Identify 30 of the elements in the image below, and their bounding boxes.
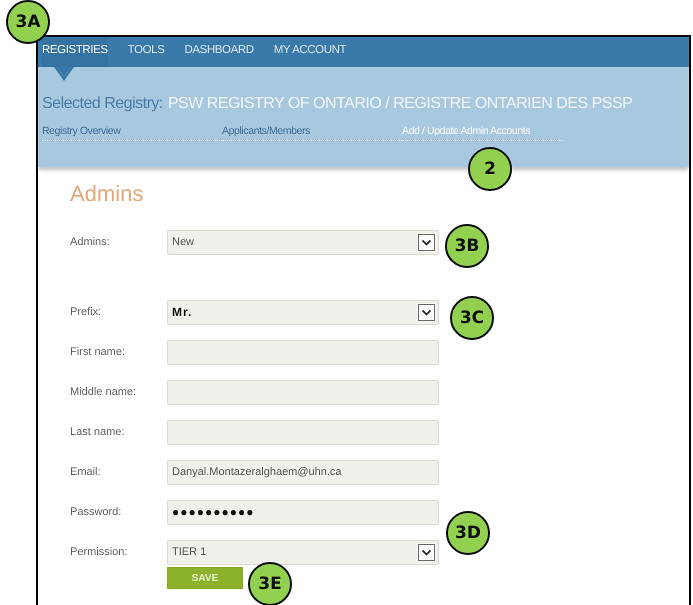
active-pointer-icon	[54, 67, 74, 81]
input-field[interactable]	[167, 380, 439, 404]
password-field[interactable]: ●●●●●●●●●●	[167, 500, 439, 524]
registry-label: Selected Registry:	[42, 95, 163, 113]
field-label: Email:	[70, 466, 102, 478]
input-field[interactable]	[167, 340, 439, 364]
field-label: Last name:	[70, 426, 126, 438]
chevron-down-icon	[418, 544, 435, 560]
input-field[interactable]	[167, 420, 439, 444]
field-label: Prefix:	[70, 306, 102, 318]
chevron-down-icon	[418, 304, 435, 320]
field-label: Admins:	[70, 236, 111, 248]
registry-name: PSW REGISTRY OF ONTARIO / REGISTRE ONTARIEN DES PSSP	[168, 95, 632, 113]
sub-nav-link[interactable]: Applicants/Members	[222, 125, 402, 141]
section-heading: Admins	[70, 181, 144, 207]
dropdown[interactable]: TIER 1	[167, 540, 439, 564]
dropdown[interactable]: Mr.	[167, 300, 439, 324]
nav-link[interactable]: TOOLS	[128, 37, 164, 67]
dropdown[interactable]: New	[167, 230, 439, 254]
input-field[interactable]: Danyal.Montazeralghaem@uhn.ca	[167, 460, 439, 484]
sub-nav-link[interactable]: Registry Overview	[42, 125, 222, 141]
save-button[interactable]: SAVE	[167, 567, 243, 589]
nav-link[interactable]: DASHBOARD	[184, 37, 254, 67]
field-label: Password:	[70, 506, 122, 518]
chevron-down-icon	[418, 234, 435, 250]
field-label: First name:	[70, 346, 126, 358]
field-label: Permission:	[70, 546, 128, 558]
callout-badge: 3A	[6, 0, 50, 44]
field-label: Middle name:	[70, 386, 138, 398]
nav-link[interactable]: MY ACCOUNT	[274, 37, 346, 67]
